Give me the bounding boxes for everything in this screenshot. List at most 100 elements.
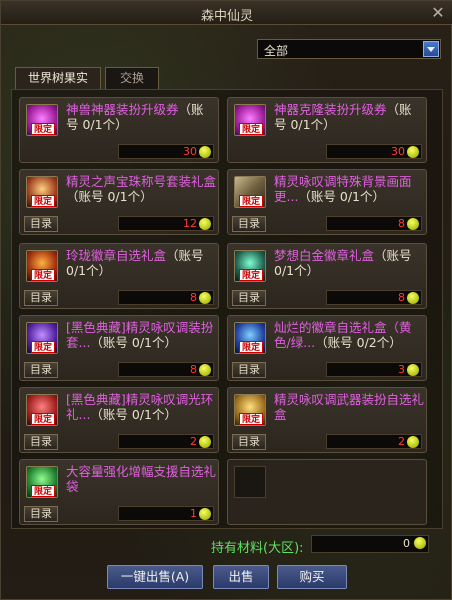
price-bar: 12 <box>118 216 214 231</box>
price-value: 8 <box>190 363 197 376</box>
item-card[interactable]: 限定目录 [黑色典藏]精灵咏叹调光环礼...（账号 0/1个） 2 <box>19 387 219 453</box>
coin-icon <box>407 436 419 448</box>
title-bar[interactable]: 森中仙灵 ✕ <box>1 1 452 25</box>
catalog-button[interactable]: 目录 <box>232 216 266 232</box>
price-value: 1 <box>190 507 197 520</box>
coin-icon <box>199 436 211 448</box>
catalog-button[interactable]: 目录 <box>232 362 266 378</box>
purple-box-icon[interactable]: 限定 <box>26 322 58 354</box>
catalog-button[interactable]: 目录 <box>24 434 58 450</box>
price-bar: 2 <box>326 434 422 449</box>
limited-badge: 限定 <box>239 195 263 207</box>
coin-icon <box>407 364 419 376</box>
shop-window: 森中仙灵 ✕ 全部 世界树果实 交换 限定 神兽神器装扮升级券（账号 0/1个） 3… <box>0 0 452 600</box>
material-label: 持有材料(大区): <box>211 541 304 556</box>
limited-badge: 限定 <box>31 413 55 425</box>
price-bar: 3 <box>326 362 422 377</box>
catalog-button[interactable]: 目录 <box>24 290 58 306</box>
chevron-down-icon[interactable] <box>423 41 439 57</box>
limited-badge: 限定 <box>31 195 55 207</box>
price-value: 8 <box>398 291 405 304</box>
red-box-icon[interactable]: 限定 <box>26 394 58 426</box>
item-name: 精灵之声宝珠称号套装礼盒（账号 0/1个） <box>66 174 216 204</box>
item-card[interactable]: 限定目录 梦想白金徽章礼盒（账号 0/1个） 8 <box>227 243 427 309</box>
sell-button[interactable]: 出售 <box>213 565 269 589</box>
tab-exchange[interactable]: 交换 <box>105 67 159 89</box>
price-bar: 8 <box>118 290 214 305</box>
price-value: 30 <box>183 145 197 158</box>
item-title: 梦想白金徽章礼盒 <box>274 248 375 263</box>
price-bar: 30 <box>326 144 422 159</box>
gold-box-icon[interactable]: 限定 <box>234 394 266 426</box>
coin-icon <box>199 292 211 304</box>
close-icon[interactable]: ✕ <box>429 4 447 22</box>
tab-world-tree-fruit[interactable]: 世界树果实 <box>15 67 101 89</box>
pink-orb-icon[interactable]: 限定 <box>26 104 58 136</box>
catalog-button[interactable]: 目录 <box>232 434 266 450</box>
coin-icon <box>199 364 211 376</box>
picture-frame-icon[interactable]: 限定 <box>234 176 266 208</box>
item-title: 精灵咏叹调武器装扮自选礼盒 <box>274 392 425 422</box>
coin-icon <box>407 146 419 158</box>
catalog-button[interactable]: 目录 <box>232 290 266 306</box>
buy-button[interactable]: 购买 <box>277 565 347 589</box>
coin-icon <box>199 146 211 158</box>
coin-icon <box>407 218 419 230</box>
item-name: [黑色典藏]精灵咏叹调光环礼...（账号 0/1个） <box>66 392 216 422</box>
limited-badge: 限定 <box>31 341 55 353</box>
item-name: 神兽神器装扮升级券（账号 0/1个） <box>66 102 216 132</box>
item-title: 精灵之声宝珠称号套装礼盒 <box>66 174 217 189</box>
coin-icon <box>414 537 426 549</box>
price-bar: 2 <box>118 434 214 449</box>
limited-badge: 限定 <box>31 485 55 497</box>
blue-crystal-icon[interactable]: 限定 <box>234 322 266 354</box>
price-bar: 30 <box>118 144 214 159</box>
item-name: 梦想白金徽章礼盒（账号 0/1个） <box>274 248 424 278</box>
item-name: 灿烂的徽章自选礼盒（黄色/绿...（账号 0/2个） <box>274 320 424 350</box>
coin-icon <box>199 218 211 230</box>
price-value: 2 <box>398 435 405 448</box>
item-title: 神器克隆装扮升级券 <box>274 102 387 117</box>
price-bar: 8 <box>326 290 422 305</box>
coin-icon <box>199 508 211 520</box>
item-card[interactable]: 限定 神器克隆装扮升级券（账号 0/1个） 30 <box>227 97 427 163</box>
item-card[interactable]: 限定目录 精灵咏叹调武器装扮自选礼盒 2 <box>227 387 427 453</box>
category-filter-select[interactable]: 全部 <box>257 39 441 59</box>
filter-selected-value: 全部 <box>264 44 289 58</box>
fire-box-icon[interactable]: 限定 <box>26 250 58 282</box>
catalog-button[interactable]: 目录 <box>24 216 58 232</box>
item-name: 精灵咏叹调特殊背景画面更...（账号 0/1个） <box>274 174 424 204</box>
item-card[interactable]: 限定 目录 [黑色典藏]精灵咏叹调装扮套...（账号 0/1个） 8 <box>19 315 219 381</box>
pink-orb-icon[interactable]: 限定 <box>234 104 266 136</box>
green-crystal-icon[interactable]: 限定 <box>234 250 266 282</box>
limited-badge: 限定 <box>239 269 263 281</box>
item-card[interactable]: 限定 目录 玲珑徽章自选礼盒（账号 0/1个） 8 <box>19 243 219 309</box>
price-value: 2 <box>190 435 197 448</box>
item-card[interactable]: 限定 目录 精灵之声宝珠称号套装礼盒（账号 0/1个） 12 <box>19 169 219 235</box>
item-card[interactable]: 限定目录 精灵咏叹调特殊背景画面更...（账号 0/1个） 8 <box>227 169 427 235</box>
account-limit: （账号 0/1个） <box>66 189 153 204</box>
limited-badge: 限定 <box>239 413 263 425</box>
sell-all-button[interactable]: 一键出售(A) <box>107 565 203 589</box>
limited-badge: 限定 <box>239 341 263 353</box>
price-bar: 8 <box>326 216 422 231</box>
item-name: 神器克隆装扮升级券（账号 0/1个） <box>274 102 424 132</box>
material-value: 0 <box>403 537 410 550</box>
price-bar: 1 <box>118 506 214 521</box>
price-value: 12 <box>183 217 197 230</box>
sparkle-box-icon[interactable]: 限定 <box>26 176 58 208</box>
catalog-button[interactable]: 目录 <box>24 362 58 378</box>
catalog-button[interactable]: 目录 <box>24 506 58 522</box>
price-bar: 8 <box>118 362 214 377</box>
account-limit: （账号 0/1个） <box>90 335 178 350</box>
account-limit: （账号 0/1个） <box>90 407 178 422</box>
limited-badge: 限定 <box>239 123 263 135</box>
green-bag-icon[interactable]: 限定 <box>26 466 58 498</box>
empty-icon-slot <box>234 466 266 498</box>
item-card[interactable]: 限定 神兽神器装扮升级券（账号 0/1个） 30 <box>19 97 219 163</box>
item-card[interactable]: 限定目录 灿烂的徽章自选礼盒（黄色/绿...（账号 0/2个） 3 <box>227 315 427 381</box>
window-title: 森中仙灵 <box>200 9 253 24</box>
empty-slot <box>227 459 427 525</box>
item-card[interactable]: 限定目录 大容量强化增幅支援自选礼袋 1 <box>19 459 219 525</box>
item-name: 大容量强化增幅支援自选礼袋 <box>66 464 216 494</box>
